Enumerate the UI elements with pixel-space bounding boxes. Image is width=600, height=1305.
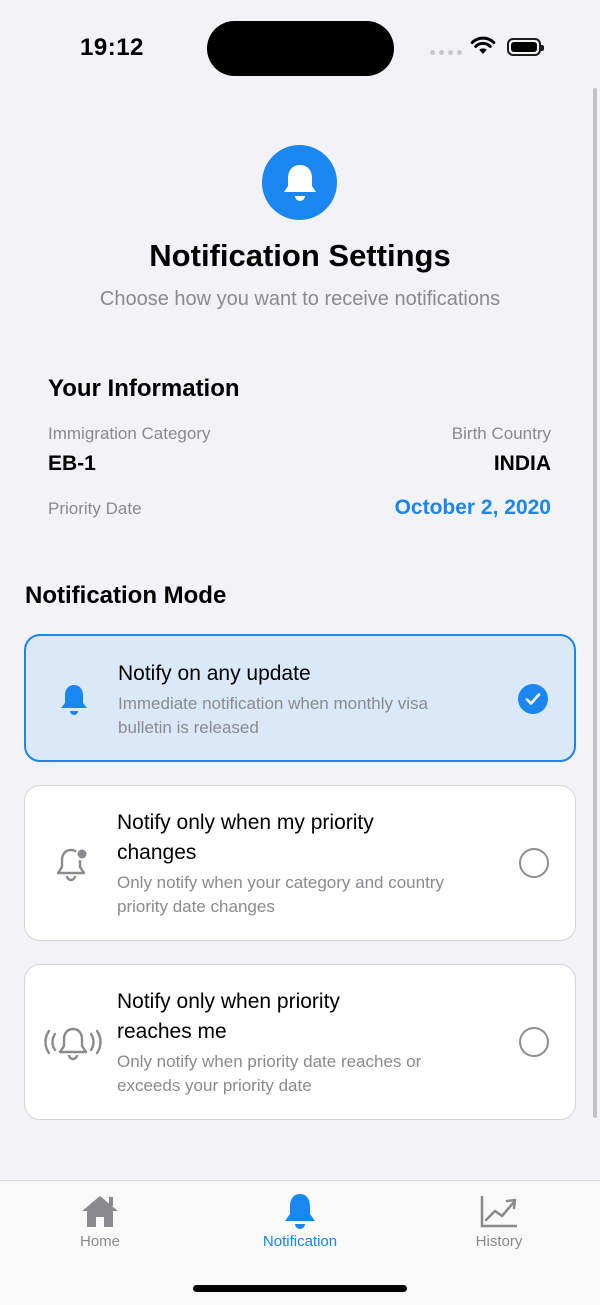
option-title: Notify on any update	[118, 662, 311, 685]
bell-ringing-icon	[41, 1019, 105, 1067]
option-priority-reaches-me[interactable]: Notify only when priority reaches me Onl…	[24, 964, 576, 1120]
bell-fill-icon	[50, 676, 98, 724]
radio-unchecked[interactable]	[519, 848, 549, 878]
tab-bar: Home Notification History	[0, 1180, 600, 1305]
status-bar: 19:12	[0, 0, 600, 96]
immigration-category-value: EB-1	[48, 452, 96, 475]
birth-country-value: INDIA	[493, 452, 551, 475]
tab-history[interactable]: History	[429, 1181, 569, 1271]
option-description: Only notify when your category and count…	[117, 873, 444, 916]
page-subtitle: Choose how you want to receive notificat…	[99, 288, 501, 310]
bell-badge-icon	[49, 840, 97, 888]
notification-mode-title: Notification Mode	[25, 582, 227, 609]
bell-icon	[280, 1191, 320, 1231]
priority-date-label: Priority Date	[48, 499, 142, 518]
immigration-category-label: Immigration Category	[48, 424, 211, 443]
option-title: Notify only when my priority changes	[117, 811, 374, 864]
tab-home[interactable]: Home	[30, 1181, 170, 1271]
wifi-icon	[470, 36, 496, 54]
info-section-title: Your Information	[48, 375, 240, 402]
option-description: Immediate notification when monthly visa…	[118, 694, 428, 737]
battery-icon	[507, 38, 544, 56]
house-icon	[80, 1191, 120, 1231]
option-title: Notify only when priority reaches me	[117, 990, 340, 1043]
priority-date-value[interactable]: October 2, 2020	[395, 496, 551, 520]
cellular-signal-icon	[430, 47, 462, 57]
tab-label: History	[475, 1233, 523, 1250]
option-description: Only notify when priority date reaches o…	[117, 1052, 422, 1095]
dynamic-island	[207, 21, 394, 76]
tab-notification[interactable]: Notification	[230, 1181, 370, 1271]
radio-checked[interactable]	[518, 684, 548, 714]
option-my-priority-changes[interactable]: Notify only when my priority changes Onl…	[24, 785, 576, 941]
home-indicator[interactable]	[193, 1285, 407, 1292]
checkmark-icon	[525, 693, 541, 705]
page-title: Notification Settings	[149, 238, 451, 273]
bell-icon	[262, 145, 337, 220]
tab-label: Notification	[262, 1233, 338, 1250]
chart-icon	[479, 1191, 519, 1231]
birth-country-label: Birth Country	[451, 424, 551, 443]
option-any-update[interactable]: Notify on any update Immediate notificat…	[24, 634, 576, 762]
radio-unchecked[interactable]	[519, 1027, 549, 1057]
status-time: 19:12	[80, 34, 144, 61]
tab-label: Home	[79, 1233, 120, 1250]
